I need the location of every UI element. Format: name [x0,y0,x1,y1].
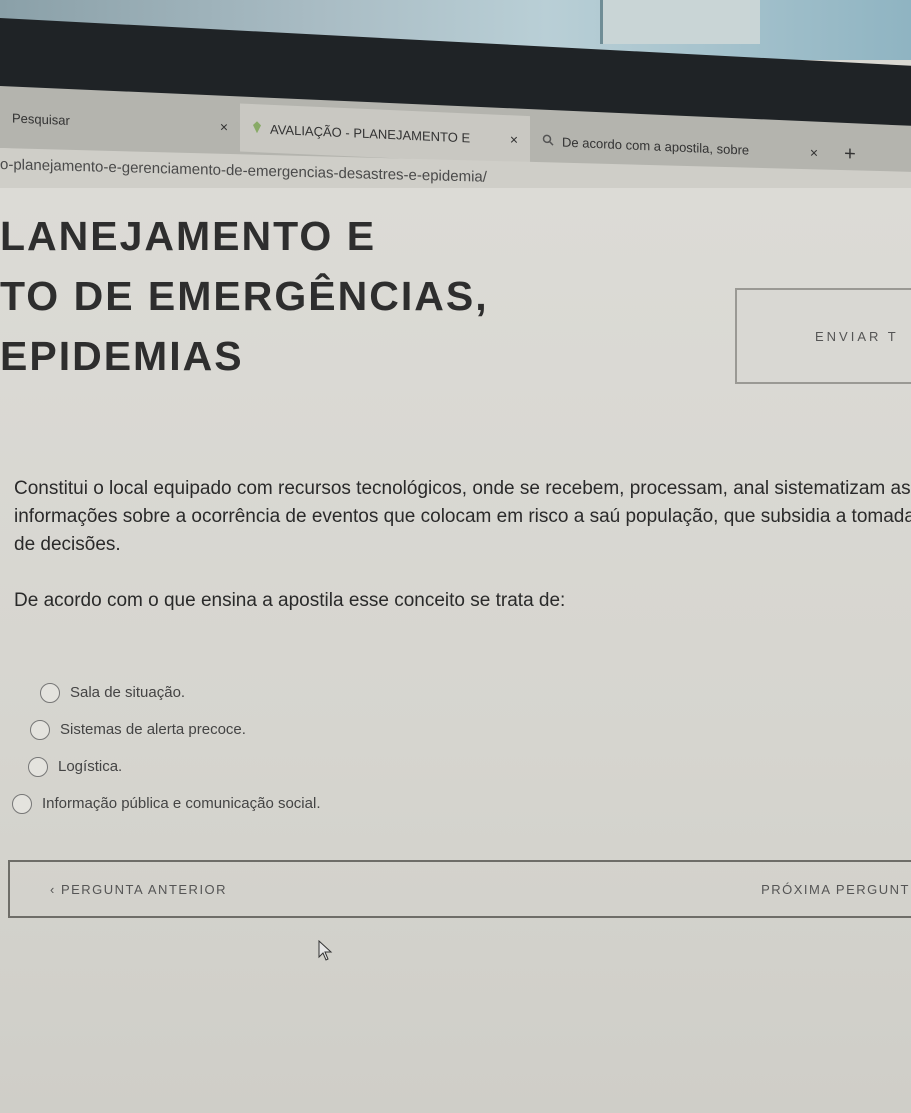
mouse-cursor-icon [318,939,334,962]
tab-label: Pesquisar [12,110,70,128]
answer-option[interactable]: Sala de situação. [40,674,320,711]
answer-option-label: Sala de situação. [70,684,186,701]
background-screen [600,0,760,44]
radio-button[interactable] [30,719,50,740]
next-question-button[interactable]: PRÓXIMA PERGUNT [761,882,911,897]
answer-option[interactable]: Informação pública e comunicação social. [12,785,320,822]
send-button[interactable]: ENVIAR T [735,288,911,384]
close-icon[interactable]: × [220,119,228,135]
answer-option[interactable]: Logística. [28,748,320,785]
question-prompt: De acordo com o que ensina a apostila es… [14,590,566,611]
question-navigation: ‹ PERGUNTA ANTERIOR PRÓXIMA PERGUNT [8,860,911,918]
radio-button[interactable] [28,756,48,777]
search-icon [542,133,554,149]
radio-button[interactable] [40,682,60,703]
previous-question-button[interactable]: ‹ PERGUNTA ANTERIOR [10,882,227,897]
page-title: LANEJAMENTO E TO DE EMERGÊNCIAS, EPIDEMI… [0,206,489,386]
answer-option[interactable]: Sistemas de alerta precoce. [30,711,320,748]
question-text: Constitui o local equipado com recursos … [14,478,911,555]
answer-option-label: Logística. [58,758,123,775]
tab-label: De acordo com a apostila, sobre [562,134,750,158]
quiz-page: LANEJAMENTO E TO DE EMERGÊNCIAS, EPIDEMI… [0,188,911,1113]
close-icon[interactable]: × [510,131,518,147]
page-title-line: LANEJAMENTO E [0,213,377,259]
radio-button[interactable] [12,793,32,814]
tab-label: AVALIAÇÃO - PLANEJAMENTO E [270,121,471,146]
page-title-line: EPIDEMIAS [0,333,244,379]
tab-search[interactable]: Pesquisar × [0,93,240,151]
close-icon[interactable]: × [810,144,818,160]
answer-options: Sala de situação. Sistemas de alerta pre… [12,674,320,822]
new-tab-button[interactable]: + [830,142,870,167]
page-title-line: TO DE EMERGÊNCIAS, [0,273,489,319]
answer-option-label: Informação pública e comunicação social. [42,795,321,812]
answer-option-label: Sistemas de alerta precoce. [60,721,246,738]
favicon-icon [252,120,262,136]
